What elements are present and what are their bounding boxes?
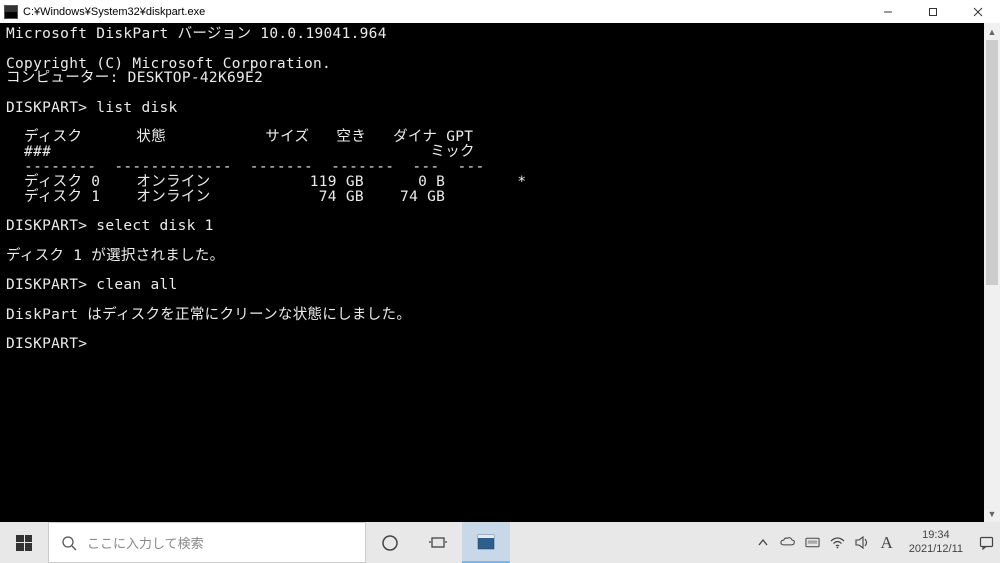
app-icon bbox=[4, 5, 18, 19]
taskbar-spacer bbox=[510, 522, 749, 563]
taskbar-search[interactable]: ここに入力して検索 bbox=[48, 522, 366, 563]
scroll-down-icon[interactable]: ▼ bbox=[984, 505, 1000, 522]
notifications-icon[interactable] bbox=[979, 535, 994, 550]
scroll-track[interactable] bbox=[984, 40, 1000, 505]
start-button[interactable] bbox=[0, 522, 48, 563]
keyboard-icon[interactable] bbox=[805, 535, 820, 550]
clock[interactable]: 19:34 2021/12/11 bbox=[903, 529, 969, 557]
search-placeholder: ここに入力して検索 bbox=[87, 533, 204, 552]
onedrive-icon[interactable] bbox=[780, 535, 795, 550]
window-title: C:¥Windows¥System32¥diskpart.exe bbox=[23, 6, 865, 18]
maximize-button[interactable] bbox=[910, 0, 955, 23]
scroll-thumb[interactable] bbox=[986, 40, 998, 285]
taskbar-app-diskpart[interactable] bbox=[462, 522, 510, 563]
window-controls bbox=[865, 0, 1000, 23]
terminal-text: Microsoft DiskPart バージョン 10.0.19041.964 … bbox=[6, 27, 994, 352]
ime-indicator[interactable]: A bbox=[880, 533, 892, 553]
wifi-icon[interactable] bbox=[830, 535, 845, 550]
time-text: 19:34 bbox=[909, 529, 963, 543]
task-view-icon[interactable] bbox=[414, 522, 462, 563]
date-text: 2021/12/11 bbox=[909, 543, 963, 557]
system-tray: A 19:34 2021/12/11 bbox=[749, 522, 1000, 563]
terminal-output[interactable]: Microsoft DiskPart バージョン 10.0.19041.964 … bbox=[0, 23, 1000, 522]
taskbar: ここに入力して検索 A 1 bbox=[0, 522, 1000, 563]
volume-icon[interactable] bbox=[855, 535, 870, 550]
close-button[interactable] bbox=[955, 0, 1000, 23]
windows-logo-icon bbox=[16, 535, 32, 551]
search-icon bbox=[61, 535, 77, 551]
scroll-up-icon[interactable]: ▲ bbox=[984, 23, 1000, 40]
tray-chevron-up-icon[interactable] bbox=[755, 535, 770, 550]
minimize-button[interactable] bbox=[865, 0, 910, 23]
window-titlebar: C:¥Windows¥System32¥diskpart.exe bbox=[0, 0, 1000, 23]
vertical-scrollbar[interactable]: ▲ ▼ bbox=[984, 23, 1000, 522]
cortana-icon[interactable] bbox=[366, 522, 414, 563]
